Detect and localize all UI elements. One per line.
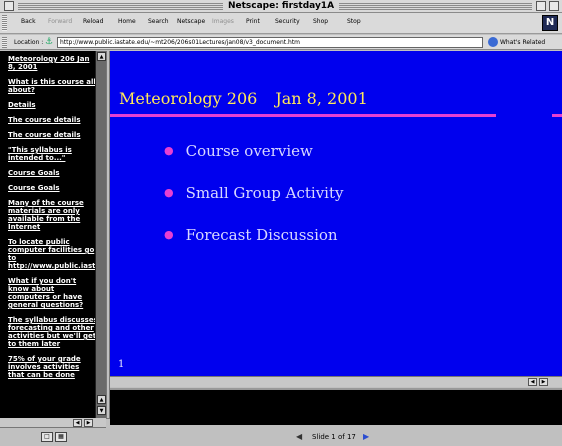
- outline-link[interactable]: What if you don't know about computers o…: [8, 277, 95, 309]
- location-grip[interactable]: [2, 37, 7, 48]
- title-underline-end: [552, 114, 562, 117]
- slide-horizontal-scrollbar[interactable]: ◀ ▶: [110, 376, 562, 387]
- netscape-button[interactable]: Netscape: [177, 18, 205, 25]
- page-proxy-icon[interactable]: ⚓: [45, 37, 54, 47]
- whats-related-button[interactable]: What's Related: [500, 39, 545, 46]
- slide-title: Meteorology 206 Jan 8, 2001: [119, 89, 368, 108]
- slide-navigator: ◀ Slide 1 of 17 ▶: [110, 426, 562, 446]
- home-button[interactable]: Home: [118, 18, 136, 25]
- images-button[interactable]: Images: [212, 18, 234, 25]
- stop-button[interactable]: Stop: [347, 18, 361, 25]
- bullet-item: ● Forecast Discussion: [164, 226, 338, 244]
- bullet-dot-icon: ●: [164, 144, 174, 157]
- navigation-toolbar: Back Forward Reload Home Search Netscape…: [0, 13, 562, 34]
- outline-link[interactable]: The course details: [8, 116, 95, 124]
- print-button[interactable]: Print: [246, 18, 260, 25]
- forward-button[interactable]: Forward: [48, 18, 72, 25]
- outline-view-icon[interactable]: □: [41, 432, 53, 442]
- zoom-box[interactable]: [536, 1, 546, 11]
- scroll-left-arrow-icon[interactable]: ◀: [528, 378, 537, 386]
- outline-link[interactable]: Course Goals: [8, 184, 95, 192]
- scroll-up-arrow-icon[interactable]: ▲: [97, 52, 106, 61]
- security-button[interactable]: Security: [275, 18, 300, 25]
- url-field[interactable]: http://www.public.iastate.edu/~mt206/206…: [57, 37, 483, 48]
- outline-link[interactable]: The course details: [8, 131, 95, 139]
- title-underline: [110, 114, 496, 117]
- notes-frame: [110, 388, 562, 425]
- outline-link[interactable]: To locate public computer facilities go …: [8, 238, 95, 270]
- bullet-dot-icon: ●: [164, 186, 174, 199]
- bullet-item: ● Course overview: [164, 142, 313, 160]
- bullet-text: Forecast Discussion: [185, 226, 338, 244]
- whats-related-icon[interactable]: [488, 37, 498, 47]
- toolbar-grip[interactable]: [2, 15, 7, 31]
- outline-link[interactable]: What is this course all about?: [8, 78, 95, 94]
- outline-link[interactable]: 75% of your grade involves activities th…: [8, 355, 95, 379]
- next-slide-icon[interactable]: ▶: [363, 432, 369, 441]
- outline-frame: Meteorology 206 Jan 8, 2001 What is this…: [0, 51, 95, 418]
- bullet-text: Small Group Activity: [185, 184, 344, 202]
- outline-scrollbar[interactable]: ▲ ▲ ▼: [95, 51, 106, 418]
- slide-counter: Slide 1 of 17: [312, 433, 356, 441]
- slide-number: 1: [118, 359, 125, 370]
- shop-button[interactable]: Shop: [313, 18, 328, 25]
- scroll-up-arrow-icon[interactable]: ▲: [97, 395, 106, 404]
- scroll-down-arrow-icon[interactable]: ▼: [97, 406, 106, 415]
- outline-link[interactable]: Many of the course materials are only av…: [8, 199, 95, 231]
- reload-button[interactable]: Reload: [83, 18, 103, 25]
- outline-link[interactable]: "This syllabus is intended to...": [8, 146, 95, 162]
- window-title: Netscape: firstday1A: [222, 1, 340, 11]
- bullet-dot-icon: ●: [164, 228, 174, 241]
- slide-title-date: Jan 8, 2001: [275, 89, 368, 108]
- scrollbar-track[interactable]: [97, 62, 106, 392]
- slide-title-course: Meteorology 206: [119, 89, 258, 108]
- outline-link[interactable]: Meteorology 206 Jan 8, 2001: [8, 55, 95, 71]
- search-button[interactable]: Search: [148, 18, 169, 25]
- outline-link[interactable]: The syllabus discusses forecasting and o…: [8, 316, 95, 348]
- slide-view-icon[interactable]: ▦: [55, 432, 67, 442]
- netscape-logo-icon[interactable]: N: [542, 15, 558, 31]
- window-title-bar[interactable]: Netscape: firstday1A: [0, 0, 562, 13]
- collapse-box[interactable]: [549, 1, 559, 11]
- previous-slide-icon[interactable]: ◀: [296, 432, 302, 441]
- scroll-left-arrow-icon[interactable]: ◀: [73, 419, 82, 427]
- outline-horizontal-scrollbar[interactable]: ◀ ▶: [0, 418, 106, 428]
- bullet-item: ● Small Group Activity: [164, 184, 343, 202]
- location-bar: Location : ⚓ http://www.public.iastate.e…: [0, 35, 562, 50]
- back-button[interactable]: Back: [21, 18, 36, 25]
- slide-frame: Meteorology 206 Jan 8, 2001 ● Course overv…: [110, 51, 562, 376]
- outline-link[interactable]: Course Goals: [8, 169, 95, 177]
- location-label: Location :: [14, 39, 44, 46]
- scroll-right-arrow-icon[interactable]: ▶: [539, 378, 548, 386]
- bullet-text: Course overview: [185, 142, 313, 160]
- scroll-right-arrow-icon[interactable]: ▶: [84, 419, 93, 427]
- outline-link[interactable]: Details: [8, 101, 95, 109]
